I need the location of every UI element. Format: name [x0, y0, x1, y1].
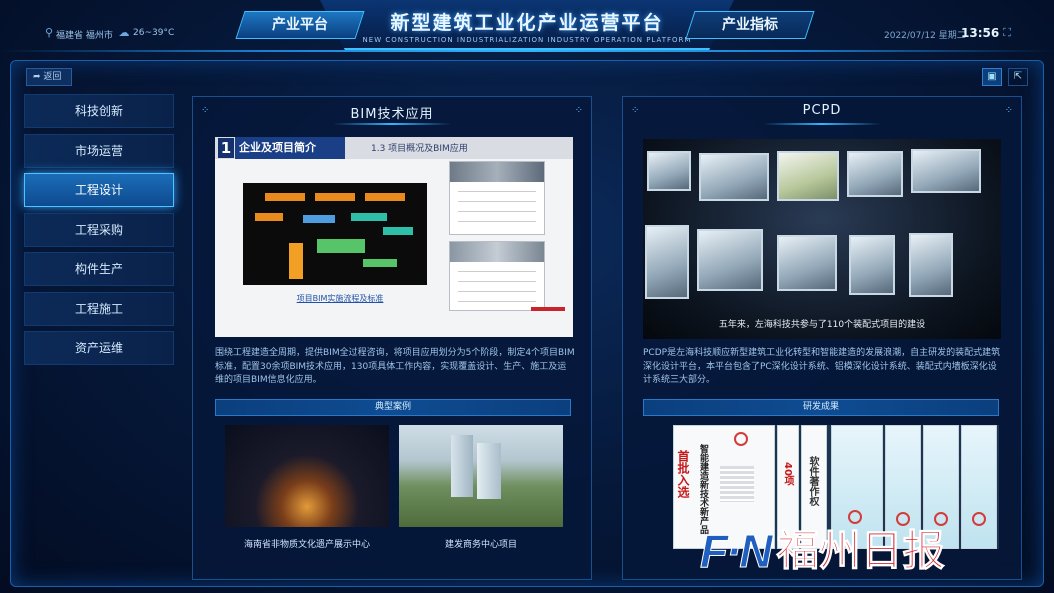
watermark-chinese: 福州日报: [776, 526, 945, 576]
tab-industry-platform[interactable]: 产业平台: [235, 11, 365, 39]
cases-section-header: 典型案例: [215, 399, 571, 416]
bim-description: 围绕工程建造全周期，提供BIM全过程咨询，将项目应用划分为5个阶段，制定4个项目…: [215, 348, 575, 385]
header-divider: [0, 50, 1054, 52]
cert-table: [720, 466, 754, 502]
sidebar-item-construction[interactable]: 工程施工: [24, 291, 174, 326]
cert-product-text: 智能建造新技术新产品: [698, 444, 708, 534]
video-photo-tile: [911, 149, 981, 193]
bim-panel: ⁘ ⁘ BIM技术应用 1 企业及项目简介 1.3 项目概况及BIM应用 项目B…: [192, 96, 592, 580]
case-image-business-center[interactable]: [399, 425, 563, 527]
cert-highlight-text: 首批入选: [676, 450, 690, 498]
back-button[interactable]: ➦ 返回: [26, 68, 72, 86]
back-arrow-icon: ➦: [33, 72, 44, 82]
pcpd-panel: ⁘ ⁘ PCPD 五年来，左海科技共参与了110个装配式项目的建设 PCDP是左…: [622, 96, 1022, 580]
tab-industry-indicators[interactable]: 产业指标: [685, 11, 815, 39]
video-photo-tile: [849, 235, 895, 295]
sidebar-item-market-operation[interactable]: 市场运营: [24, 133, 174, 168]
video-photo-tile: [777, 235, 837, 291]
bim-slide-image[interactable]: 1 企业及项目简介 1.3 项目概况及BIM应用 项目BIM实施流程及标准: [215, 137, 573, 337]
tab-industry-platform-label: 产业平台: [272, 17, 328, 33]
location-text: 福建省 福州市: [56, 31, 113, 41]
video-photo-tile: [697, 229, 763, 291]
flowchart-diagram: [243, 183, 427, 285]
certificate-page: [961, 425, 997, 549]
weather-text: 26~39°C: [133, 28, 175, 38]
document-page: [449, 161, 545, 235]
video-photo-tile: [647, 151, 691, 191]
document-page: [449, 241, 545, 311]
sidebar: 科技创新 市场运营 工程设计 工程采购 构件生产 工程施工 资产运维: [24, 94, 174, 371]
newspaper-watermark-logo: F·N 福州日报: [700, 525, 946, 578]
page-subtitle: NEW CONSTRUCTION INDUSTRIALIZATION INDUS…: [362, 36, 692, 44]
sidebar-item-component-production[interactable]: 构件生产: [24, 252, 174, 286]
sidebar-item-engineering-design[interactable]: 工程设计: [24, 173, 174, 207]
pcpd-video[interactable]: 五年来，左海科技共参与了110个装配式项目的建设: [643, 139, 1001, 339]
sidebar-item-engineering-procurement[interactable]: 工程采购: [24, 212, 174, 247]
video-photo-tile: [847, 151, 903, 197]
results-section-header: 研发成果: [643, 399, 999, 416]
video-photo-tile: [909, 233, 953, 297]
slide-subheading: 1.3 项目概况及BIM应用: [371, 144, 468, 154]
cert-count-text: 40项: [782, 462, 793, 486]
back-button-label: 返回: [43, 72, 62, 82]
monitor-icon[interactable]: ▣: [982, 68, 1002, 86]
video-photo-tile: [699, 153, 769, 201]
watermark-latin: F·N: [700, 525, 774, 578]
sidebar-item-tech-innovation[interactable]: 科技创新: [24, 94, 174, 128]
tab-industry-indicators-label: 产业指标: [722, 17, 778, 33]
panel-title: BIM技术应用: [350, 107, 434, 122]
header: 新型建筑工业化产业运营平台 NEW CONSTRUCTION INDUSTRIA…: [0, 0, 1054, 52]
panel-title: PCPD: [802, 103, 842, 118]
sidebar-item-asset-maintenance[interactable]: 资产运维: [24, 331, 174, 365]
video-subtitle: 五年来，左海科技共参与了110个装配式项目的建设: [718, 320, 926, 330]
location-pin-icon: ⚲: [44, 26, 54, 39]
video-photo-tile: [777, 151, 839, 201]
cert-copyright-text: 软件著作权: [807, 456, 818, 506]
time-text: 13:56: [961, 26, 1000, 40]
case-caption-business-center: 建发商务中心项目: [444, 540, 517, 550]
cloud-icon: ☁: [118, 26, 130, 39]
video-photo-tile: [645, 225, 689, 299]
seal-icon: [734, 432, 748, 446]
slide-caption: 项目BIM实施流程及标准: [296, 294, 384, 303]
seal-icon: [972, 512, 986, 526]
fullscreen-icon[interactable]: ⛶: [1000, 26, 1014, 40]
case-caption-cultural-center: 海南省非物质文化遗产展示中心: [243, 540, 370, 550]
pcpd-description: PCDP是左海科技顺应新型建筑工业化转型和智能建造的发展浪潮，自主研发的装配式建…: [643, 348, 1001, 385]
date-text: 2022/07/12 星期二: [884, 31, 966, 41]
case-image-cultural-center[interactable]: [225, 425, 389, 527]
title-underline: [333, 123, 451, 125]
slide-number: 1: [218, 138, 234, 158]
title-underline: [763, 123, 881, 125]
page-title: 新型建筑工业化产业运营平台: [390, 12, 664, 34]
document-footer-bar: [531, 307, 565, 311]
slide-heading: 企业及项目简介: [235, 137, 345, 159]
share-icon[interactable]: ⇱: [1008, 68, 1028, 86]
